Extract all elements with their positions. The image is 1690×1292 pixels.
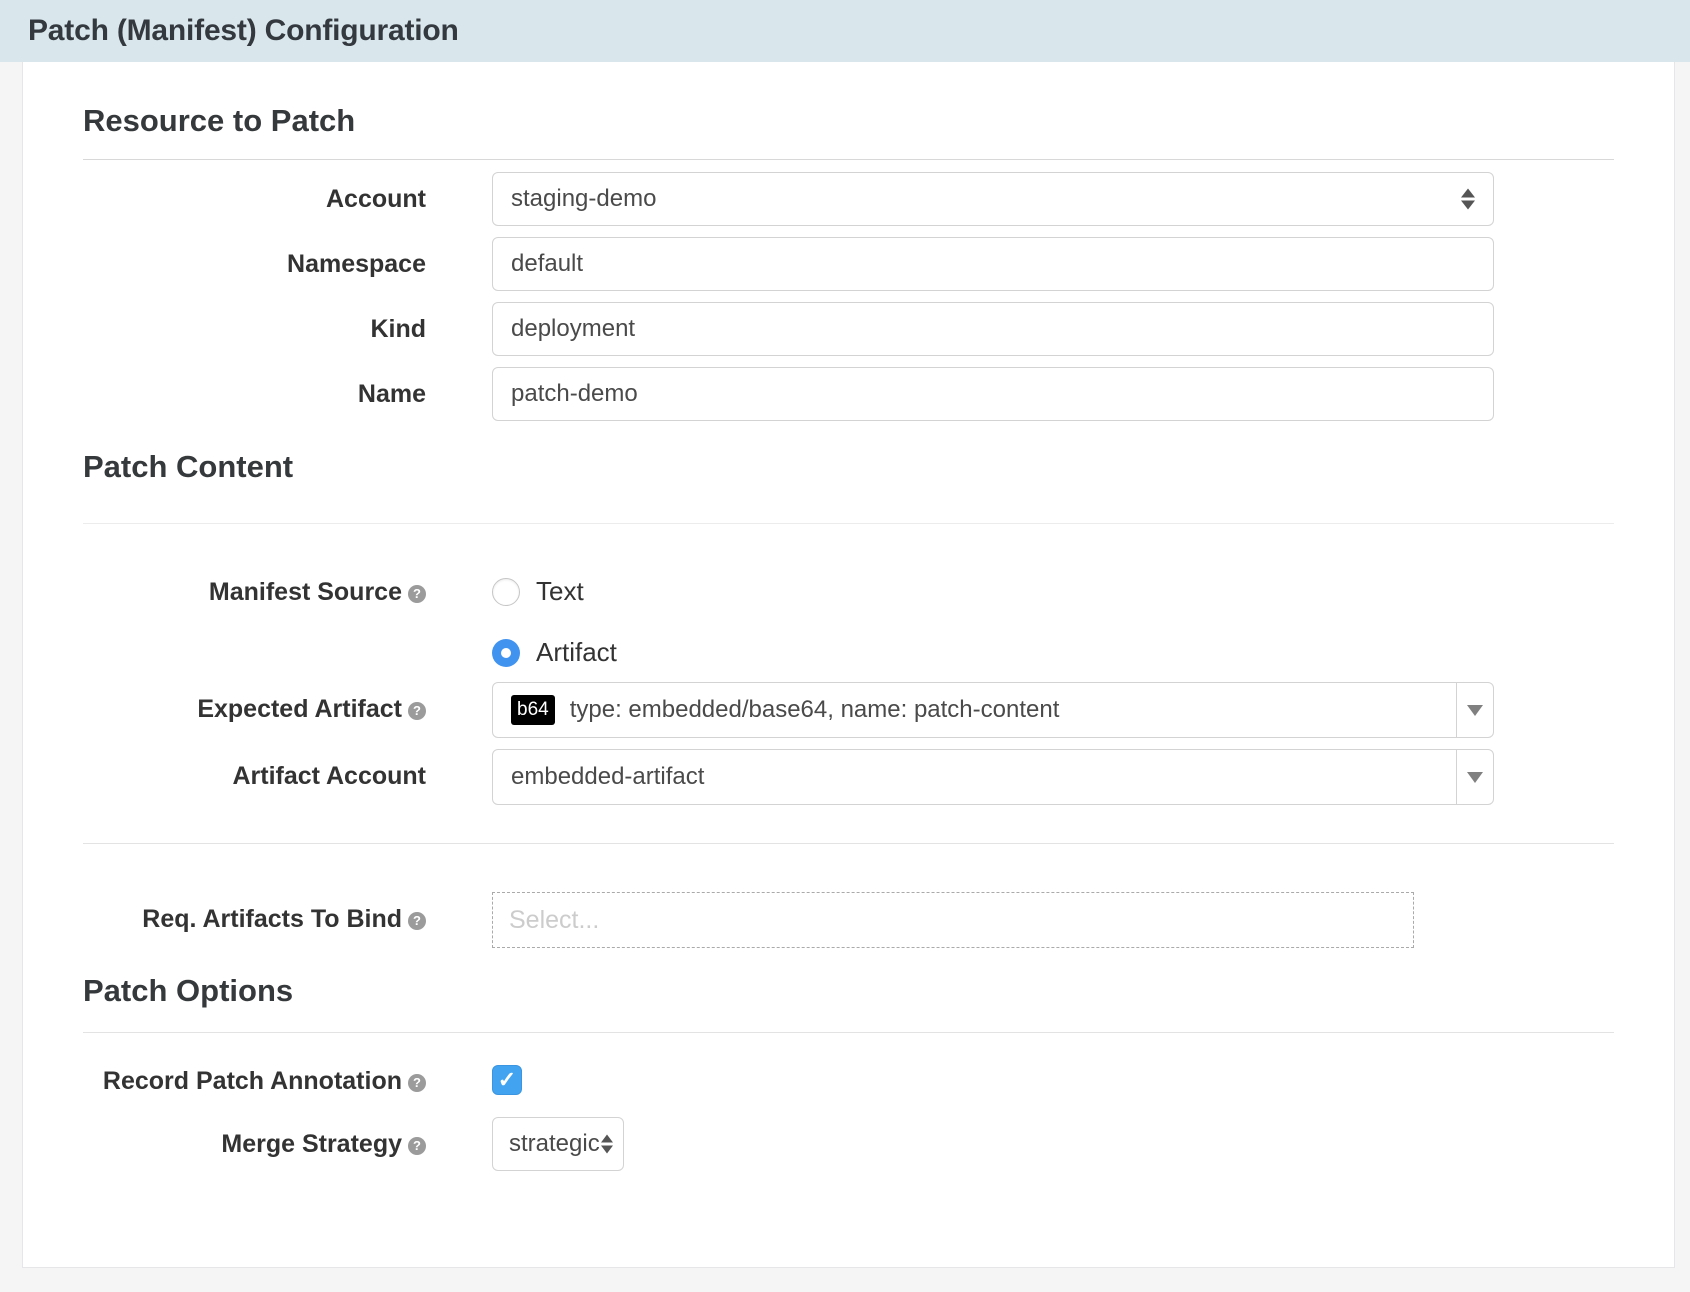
- select-arrows-icon: [1461, 189, 1475, 210]
- merge-strategy-value: strategic: [509, 1130, 600, 1158]
- help-icon[interactable]: ?: [408, 702, 426, 720]
- chevron-down-icon: [1467, 772, 1483, 783]
- record-patch-label: Record Patch Annotation?: [83, 1059, 426, 1096]
- base64-badge: b64: [511, 695, 555, 725]
- divider: [83, 159, 1614, 160]
- record-patch-checkbox[interactable]: ✓: [492, 1065, 522, 1095]
- namespace-input[interactable]: [492, 237, 1494, 291]
- artifact-account-select[interactable]: embedded-artifact: [492, 749, 1494, 805]
- section-heading-patch-content: Patch Content: [83, 448, 1614, 485]
- account-select[interactable]: staging-demo: [492, 172, 1494, 226]
- help-icon[interactable]: ?: [408, 1137, 426, 1155]
- req-artifacts-placeholder: Select...: [509, 906, 599, 935]
- artifact-account-label: Artifact Account: [83, 749, 426, 791]
- namespace-label: Namespace: [83, 237, 426, 279]
- kind-row: Kind: [83, 302, 1614, 356]
- name-label: Name: [83, 367, 426, 409]
- page-title: Patch (Manifest) Configuration: [28, 14, 459, 48]
- account-select-value: staging-demo: [511, 185, 1475, 213]
- kind-label: Kind: [83, 302, 426, 344]
- divider: [83, 1032, 1614, 1033]
- help-icon[interactable]: ?: [408, 912, 426, 930]
- kind-input[interactable]: [492, 302, 1494, 356]
- select-arrows-icon: [601, 1135, 613, 1154]
- req-artifacts-row: Req. Artifacts To Bind? Select...: [83, 892, 1614, 948]
- manifest-source-radio-artifact[interactable]: Artifact: [492, 637, 1494, 668]
- expected-artifact-value: type: embedded/base64, name: patch-conte…: [570, 696, 1457, 724]
- req-artifacts-multiselect[interactable]: Select...: [492, 892, 1414, 948]
- record-patch-row: Record Patch Annotation? ✓: [83, 1059, 1614, 1096]
- name-row: Name: [83, 367, 1614, 421]
- section-heading-resource: Resource to Patch: [83, 102, 1614, 139]
- namespace-row: Namespace: [83, 237, 1614, 291]
- manifest-source-row: Manifest Source? Text Artifact: [83, 576, 1614, 668]
- radio-icon: [492, 578, 520, 606]
- stage-config-header: Patch (Manifest) Configuration: [0, 0, 1690, 62]
- expected-artifact-select[interactable]: b64 type: embedded/base64, name: patch-c…: [492, 682, 1494, 738]
- manifest-source-radio-text[interactable]: Text: [492, 576, 1494, 607]
- artifact-account-value: embedded-artifact: [511, 763, 1457, 791]
- req-artifacts-label: Req. Artifacts To Bind?: [83, 892, 426, 934]
- stage-config-panel: Resource to Patch Account staging-demo N…: [22, 62, 1675, 1268]
- divider: [83, 843, 1614, 844]
- merge-strategy-row: Merge Strategy? strategic: [83, 1117, 1614, 1171]
- expected-artifact-row: Expected Artifact? b64 type: embedded/ba…: [83, 682, 1614, 738]
- merge-strategy-select[interactable]: strategic: [492, 1117, 624, 1171]
- chevron-down-icon: [1467, 705, 1483, 716]
- manifest-source-radio-text-label: Text: [536, 576, 584, 607]
- checkmark-icon: ✓: [498, 1069, 516, 1091]
- artifact-account-row: Artifact Account embedded-artifact: [83, 749, 1614, 805]
- help-icon[interactable]: ?: [408, 1074, 426, 1092]
- dropdown-caret-button[interactable]: [1456, 683, 1493, 737]
- divider: [83, 523, 1614, 524]
- help-icon[interactable]: ?: [408, 585, 426, 603]
- dropdown-caret-button[interactable]: [1456, 750, 1493, 804]
- manifest-source-radio-artifact-label: Artifact: [536, 637, 617, 668]
- section-heading-patch-options: Patch Options: [83, 972, 1614, 1009]
- merge-strategy-label: Merge Strategy?: [83, 1117, 426, 1159]
- radio-icon: [492, 639, 520, 667]
- expected-artifact-label: Expected Artifact?: [83, 682, 426, 724]
- account-row: Account staging-demo: [83, 172, 1614, 226]
- name-input[interactable]: [492, 367, 1494, 421]
- manifest-source-label: Manifest Source?: [83, 576, 426, 607]
- account-label: Account: [83, 172, 426, 214]
